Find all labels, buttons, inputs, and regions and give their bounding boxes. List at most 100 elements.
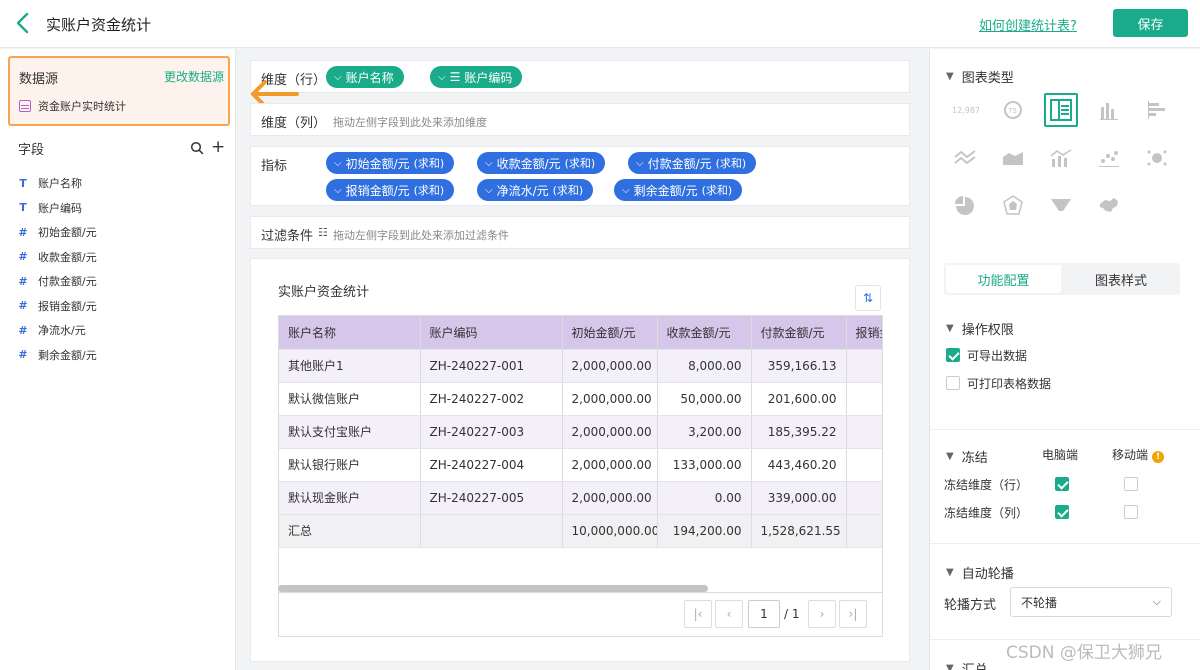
progress-ring-icon[interactable]: 75 <box>996 93 1030 127</box>
number-card-icon[interactable]: 12,987 <box>948 93 982 127</box>
line-chart-icon[interactable] <box>948 141 982 175</box>
pill-aggregation: (求和) <box>552 184 584 197</box>
section-title: 冻结 <box>961 451 988 466</box>
chart-type-header[interactable]: ▼ 图表类型 <box>946 67 1014 86</box>
number-type-icon: # <box>18 225 28 239</box>
chevron-down-icon: ▼ <box>946 567 954 578</box>
metric-shelf[interactable]: 指标 ⌵ 初始金额/元 (求和) ⌵ 收款金额/元 (求和) ⌵ 付款金额/元 (求和) ⌵… <box>250 146 910 206</box>
metric-pill[interactable]: ⌵ 初始金额/元 (求和) <box>326 152 455 174</box>
summary-header[interactable]: ▼ 汇总 <box>946 659 988 670</box>
field-item[interactable]: # 收款金额/元 <box>18 245 228 270</box>
chevron-down-icon: ▼ <box>946 71 954 82</box>
pagination: |‹ ‹ 1 / 1 › ›| <box>278 593 883 637</box>
datasource-item[interactable]: 资金账户实时统计 <box>19 98 126 114</box>
metric-pill[interactable]: ⌵ 剩余金额/元 (求和) <box>614 179 743 201</box>
text-type-icon: T <box>19 201 27 215</box>
table-chart-icon[interactable] <box>1044 93 1078 127</box>
fields-header: 字段 + <box>18 137 228 159</box>
filter-shelf[interactable]: 过滤条件 ☷ 拖动左侧字段到此处来添加过滤条件 <box>250 216 910 249</box>
table-row: 默认支付宝账户 ZH-240227-003 2,000,000.00 3,200… <box>279 415 882 449</box>
column-header[interactable]: 付款金额/元 <box>751 316 847 350</box>
freeze-header[interactable]: ▼ 冻结 <box>946 447 988 466</box>
column-header[interactable]: 账户名称 <box>279 316 421 350</box>
table-row: 其他账户1 ZH-240227-001 2,000,000.00 8,000.0… <box>279 349 882 383</box>
tab-chart-style[interactable]: 图表样式 <box>1064 265 1178 293</box>
field-item[interactable]: # 报销金额/元 <box>18 294 228 319</box>
row-dimension-shelf[interactable]: 维度（行） ⌵ 账户名称 ⌵ ☰ 账户编码 <box>250 60 910 93</box>
column-header[interactable]: 初始金额/元 <box>562 316 658 350</box>
last-page-icon[interactable]: ›| <box>839 600 867 628</box>
permission-header[interactable]: ▼ 操作权限 <box>946 319 1014 338</box>
print-checkbox[interactable] <box>946 376 960 390</box>
scatter-chart-icon[interactable] <box>1092 141 1126 175</box>
radar-chart-icon[interactable] <box>996 189 1030 223</box>
field-item[interactable]: # 剩余金额/元 <box>18 343 228 368</box>
table-cell: ZH-240227-005 <box>420 481 563 515</box>
carousel-mode-select[interactable]: 不轮播 ⌵ <box>1010 587 1172 617</box>
area-chart-icon[interactable] <box>996 141 1030 175</box>
field-item[interactable]: T 账户编码 <box>18 196 228 221</box>
add-field-icon[interactable]: + <box>211 137 225 157</box>
save-button[interactable]: 保存 <box>1113 9 1188 37</box>
pill-aggregation: (求和) <box>564 157 596 170</box>
export-checkbox[interactable] <box>946 348 960 362</box>
change-datasource-link[interactable]: 更改数据源 <box>164 68 224 85</box>
datasource-item-label: 资金账户实时统计 <box>38 100 126 113</box>
freeze-col-mobile-checkbox[interactable] <box>1124 505 1138 519</box>
freeze-row-mobile-checkbox[interactable] <box>1124 477 1138 491</box>
horizontal-bar-chart-icon[interactable] <box>1140 93 1174 127</box>
column-header[interactable]: 收款金额/元 <box>657 316 752 350</box>
freeze-row-pc-checkbox[interactable] <box>1055 477 1069 491</box>
freeze-mobile-header: 移动端! <box>1112 446 1165 463</box>
field-label: 付款金额/元 <box>38 275 97 289</box>
tab-function-config[interactable]: 功能配置 <box>946 265 1061 293</box>
metric-label: 指标 <box>261 159 288 174</box>
table-row: 默认银行账户 ZH-240227-004 2,000,000.00 133,00… <box>279 448 882 482</box>
table-title: 实账户资金统计 <box>278 285 370 300</box>
sort-icon[interactable]: ⇅ <box>855 285 881 311</box>
back-arrow-icon[interactable] <box>12 10 36 36</box>
row-pill[interactable]: ⌵ 账户名称 <box>326 66 404 88</box>
prev-page-icon[interactable]: ‹ <box>715 600 743 628</box>
column-dimension-shelf[interactable]: 维度（列） 拖动左侧字段到此处来添加维度 <box>250 103 910 136</box>
info-icon[interactable]: ! <box>1152 451 1165 463</box>
field-item[interactable]: # 净流水/元 <box>18 318 228 343</box>
funnel-chart-icon[interactable] <box>1044 189 1078 223</box>
metric-pill[interactable]: ⌵ 收款金额/元 (求和) <box>477 152 606 174</box>
freeze-col-pc-checkbox[interactable] <box>1055 505 1069 519</box>
combo-chart-icon[interactable] <box>1044 141 1078 175</box>
next-page-icon[interactable]: › <box>808 600 836 628</box>
svg-text:12,987: 12,987 <box>952 106 979 115</box>
column-header[interactable]: 报销金额/元 <box>846 316 882 350</box>
map-chart-icon[interactable] <box>1092 189 1126 223</box>
chevron-down-icon: ⌵ <box>1152 595 1161 608</box>
metric-pill[interactable]: ⌵ 报销金额/元 (求和) <box>326 179 455 201</box>
horizontal-scrollbar[interactable] <box>278 585 708 592</box>
field-item[interactable]: T 账户名称 <box>18 171 228 196</box>
pill-label: 收款金额/元 <box>496 156 561 171</box>
svg-text:75: 75 <box>1008 107 1017 115</box>
first-page-icon[interactable]: |‹ <box>684 600 712 628</box>
divider <box>930 543 1200 544</box>
field-item[interactable]: # 初始金额/元 <box>18 220 228 245</box>
help-link[interactable]: 如何创建统计表? <box>979 15 1077 34</box>
column-dimension-hint: 拖动左侧字段到此处来添加维度 <box>333 116 487 129</box>
list-icon: ☰ <box>449 70 461 84</box>
row-pill[interactable]: ⌵ ☰ 账户编码 <box>430 66 523 88</box>
field-item[interactable]: # 付款金额/元 <box>18 269 228 294</box>
bubble-chart-icon[interactable] <box>1140 141 1174 175</box>
page-number-input[interactable]: 1 <box>748 600 780 628</box>
metric-pill[interactable]: ⌵ 付款金额/元 (求和) <box>628 152 757 174</box>
table-cell: 2,000,000.00 <box>562 481 658 515</box>
metric-pill[interactable]: ⌵ 净流水/元 (求和) <box>477 179 594 201</box>
top-bar: 实账户资金统计 如何创建统计表? 保存 <box>0 0 1200 48</box>
left-panel: 数据源 更改数据源 资金账户实时统计 字段 + T 账户名称 T 账户编码 # 初始金… <box>0 49 236 670</box>
pie-chart-icon[interactable] <box>948 189 982 223</box>
table-cell <box>846 415 882 449</box>
search-icon[interactable] <box>190 141 204 155</box>
datasource-title: 数据源 <box>19 72 59 87</box>
bar-chart-icon[interactable] <box>1092 93 1126 127</box>
column-header[interactable]: 账户编码 <box>420 316 563 350</box>
carousel-header[interactable]: ▼ 自动轮播 <box>946 563 1014 582</box>
table-cell: ZH-240227-003 <box>420 415 563 449</box>
